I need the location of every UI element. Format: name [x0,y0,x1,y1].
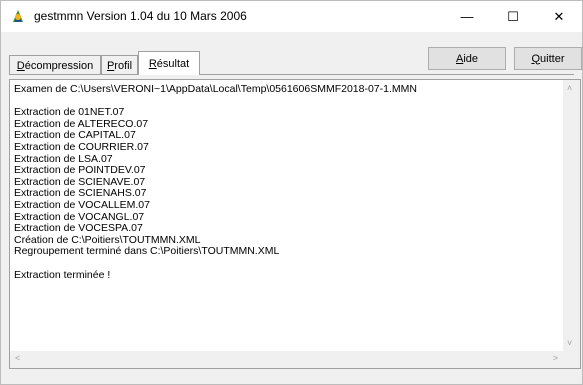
help-button-label: ide [463,52,479,65]
horizontal-scrollbar[interactable]: < > [10,351,563,368]
tab-divider [9,74,574,75]
log-line: Extraction de COURRIER.07 [14,140,149,153]
result-log-text[interactable]: Examen de C:\Users\VERONI~1\AppData\Loca… [14,84,559,354]
help-button[interactable]: Aide [428,47,506,70]
log-line: Regroupement terminé dans C:\Poitiers\TO… [14,245,280,258]
scroll-down-icon[interactable]: ˅ [567,338,572,348]
tab-decompression-label: écompression [24,59,94,72]
log-line: Extraction de VOCALLEM.07 [14,198,150,211]
vertical-scrollbar[interactable]: ˄ ˅ [563,80,580,351]
tab-resultat[interactable]: Résultat [138,51,200,75]
scroll-corner [563,351,580,368]
window-bottom-edge [1,371,582,384]
tab-decompression[interactable]: Décompression [9,55,101,75]
log-line: Extraction terminée ! [14,268,111,281]
minimize-button[interactable]: — [444,1,490,32]
maximize-button[interactable]: ☐ [490,1,536,32]
scroll-up-icon[interactable]: ˄ [567,83,572,93]
app-window: gestmmn Version 1.04 du 10 Mars 2006 — ☐… [0,0,583,385]
log-line: Extraction de VOCESPA.07 [14,222,143,235]
log-line: Examen de C:\Users\VERONI~1\AppData\Loca… [14,84,417,95]
scroll-left-icon[interactable]: < [15,353,20,363]
quit-button[interactable]: Quitter [514,47,582,70]
result-log-panel[interactable]: Examen de C:\Users\VERONI~1\AppData\Loca… [9,79,581,369]
tab-strip: Décompression Profil Résultat Aide Quitt… [1,32,582,75]
tab-resultat-accesskey: R [148,57,157,70]
close-button[interactable]: ✕ [536,1,582,32]
tab-decompression-accesskey: D [16,59,25,72]
quit-button-label: uitter [540,52,565,65]
tab-profil[interactable]: Profil [101,55,138,75]
tab-resultat-label: ésultat [156,57,190,70]
app-icon [13,10,23,22]
scroll-right-icon[interactable]: > [553,353,558,363]
window-title: gestmmn Version 1.04 du 10 Mars 2006 [34,9,247,23]
help-button-accesskey: A [455,52,464,65]
tab-profil-label: rofil [114,59,133,72]
quit-button-accesskey: Q [531,52,541,65]
log-line: Extraction de POINTDEV.07 [14,164,146,177]
title-bar[interactable]: gestmmn Version 1.04 du 10 Mars 2006 — ☐… [1,1,582,32]
tab-profil-accesskey: P [106,59,115,72]
